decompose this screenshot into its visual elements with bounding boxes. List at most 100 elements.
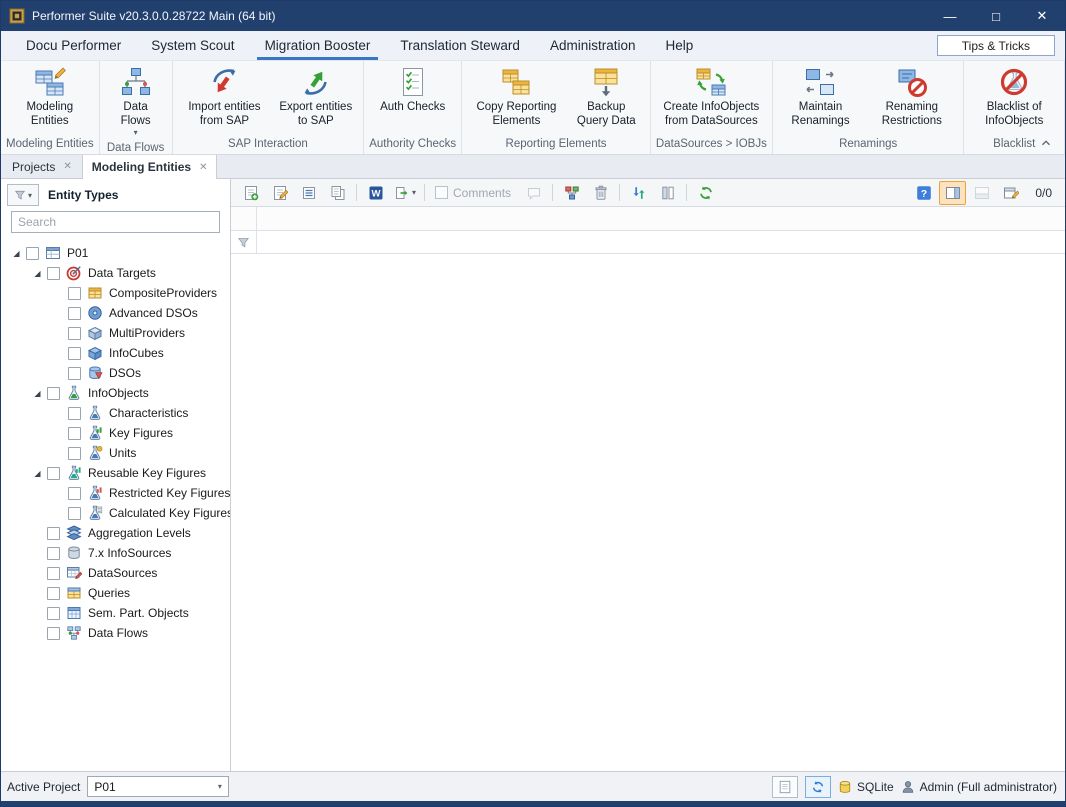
menu-tab-migration-booster[interactable]: Migration Booster xyxy=(250,31,386,60)
checkbox[interactable] xyxy=(47,587,60,600)
tree-item-multiproviders[interactable]: MultiProviders xyxy=(1,323,230,343)
tree-item-queries[interactable]: Queries xyxy=(1,583,230,603)
ribbon-button-backup-query-data[interactable]: Backup Query Data xyxy=(568,64,645,135)
tree-item-infocubes[interactable]: InfoCubes xyxy=(1,343,230,363)
refresh-button[interactable] xyxy=(692,181,719,205)
checkbox[interactable] xyxy=(47,467,60,480)
checkbox[interactable] xyxy=(47,567,60,580)
grid-header-cell xyxy=(257,207,1065,230)
checkbox[interactable] xyxy=(26,247,39,260)
maximize-button[interactable]: □ xyxy=(973,1,1019,31)
menu-tab-administration[interactable]: Administration xyxy=(535,31,651,60)
entity-details-button[interactable] xyxy=(295,181,322,205)
comments-button[interactable] xyxy=(520,181,547,205)
tree-item-data-flows[interactable]: Data Flows xyxy=(1,623,230,643)
caret-down-icon[interactable]: ▾ xyxy=(211,782,228,791)
tree-item-characteristics[interactable]: Characteristics xyxy=(1,403,230,423)
toggle-preview-panel-button[interactable] xyxy=(968,181,995,205)
grid-body[interactable] xyxy=(231,254,1065,771)
close-button[interactable]: ✕ xyxy=(1019,1,1065,31)
checkbox[interactable] xyxy=(47,267,60,280)
active-project-combobox[interactable]: P01 ▾ xyxy=(87,776,229,797)
checkbox[interactable] xyxy=(47,387,60,400)
checkbox[interactable] xyxy=(68,307,81,320)
checkbox[interactable] xyxy=(68,427,81,440)
edit-entity-button[interactable] xyxy=(266,181,293,205)
menu-tab-system-scout[interactable]: System Scout xyxy=(136,31,249,60)
menu-tab-help[interactable]: Help xyxy=(650,31,708,60)
grid-filter-cell[interactable] xyxy=(231,231,257,253)
entity-filter-dropdown[interactable]: ▾ xyxy=(7,184,39,206)
checkbox[interactable] xyxy=(68,347,81,360)
checkbox[interactable] xyxy=(68,367,81,380)
expander-icon[interactable]: ◢ xyxy=(28,469,47,478)
checkbox[interactable] xyxy=(68,287,81,300)
ribbon-button-renaming-restrictions[interactable]: Renaming Restrictions xyxy=(865,64,958,135)
comments-checkbox[interactable]: Comments xyxy=(435,186,511,200)
log-button[interactable] xyxy=(772,776,798,798)
checkbox[interactable] xyxy=(47,547,60,560)
ribbon-button-auth-checks[interactable]: Auth Checks xyxy=(376,64,449,135)
tree-item-data-targets[interactable]: ◢Data Targets xyxy=(1,263,230,283)
collapse-ribbon-button[interactable] xyxy=(1037,135,1055,151)
ribbon-button-maintain-renamings[interactable]: Maintain Renamings xyxy=(778,64,863,135)
ribbon-button-export-entities-to-sap[interactable]: Export entities to SAP xyxy=(273,64,358,135)
document-tab-modeling-entities[interactable]: Modeling Entities✕ xyxy=(82,154,218,179)
ribbon-button-data-flows[interactable]: Data Flows▾ xyxy=(105,64,167,139)
grid-filter-input-area[interactable] xyxy=(257,231,1065,253)
checkbox[interactable] xyxy=(47,627,60,640)
tree-item-reusable-key-figures[interactable]: ◢Reusable Key Figures xyxy=(1,463,230,483)
ribbon-button-blacklist-of-infoobjects[interactable]: Blacklist of InfoObjects xyxy=(969,64,1059,135)
checkbox[interactable] xyxy=(68,447,81,460)
word-export-button[interactable]: W xyxy=(362,181,389,205)
checkbox[interactable] xyxy=(435,186,448,199)
tree-item-key-figures[interactable]: Key Figures xyxy=(1,423,230,443)
ribbon-button-create-infoobjects-from-datasources[interactable]: Create InfoObjects from DataSources xyxy=(656,64,767,135)
checkbox[interactable] xyxy=(47,527,60,540)
checkbox[interactable] xyxy=(47,607,60,620)
tree-item-p01[interactable]: ◢P01 xyxy=(1,243,230,263)
tree-item-7-x-infosources[interactable]: 7.x InfoSources xyxy=(1,543,230,563)
toggle-details-panel-button[interactable] xyxy=(939,181,966,205)
tree-item-aggregation-levels[interactable]: Aggregation Levels xyxy=(1,523,230,543)
close-tab-icon[interactable]: ✕ xyxy=(63,161,71,172)
ribbon-button-modeling-entities[interactable]: Modeling Entities xyxy=(6,64,94,135)
ribbon-button-copy-reporting-elements[interactable]: Copy Reporting Elements xyxy=(467,64,565,135)
aggregation-levels-icon xyxy=(66,525,82,541)
checkbox[interactable] xyxy=(68,327,81,340)
new-entity-button[interactable] xyxy=(237,181,264,205)
checkbox[interactable] xyxy=(68,507,81,520)
copy-entity-button[interactable] xyxy=(324,181,351,205)
tips-tricks-button[interactable]: Tips & Tricks xyxy=(937,35,1055,56)
minimize-button[interactable]: — xyxy=(927,1,973,31)
expander-icon[interactable]: ◢ xyxy=(28,389,47,398)
expander-icon[interactable]: ◢ xyxy=(7,249,26,258)
tree-item-datasources[interactable]: DataSources xyxy=(1,563,230,583)
expander-icon[interactable]: ◢ xyxy=(28,269,47,278)
tree-item-advanced-dsos[interactable]: Advanced DSOs xyxy=(1,303,230,323)
layout-edit-button[interactable] xyxy=(997,181,1024,205)
help-button[interactable]: ? xyxy=(910,181,937,205)
checkbox[interactable] xyxy=(68,487,81,500)
close-tab-icon[interactable]: ✕ xyxy=(199,162,207,173)
sync-status-button[interactable] xyxy=(805,776,831,798)
menu-tab-docu-performer[interactable]: Docu Performer xyxy=(11,31,136,60)
tree-item-compositeproviders[interactable]: CompositeProviders xyxy=(1,283,230,303)
export-button[interactable]: ▾ xyxy=(391,181,419,205)
tree-item-calculated-key-figures[interactable]: Calculated Key Figures xyxy=(1,503,230,523)
tree-item-sem-part-objects[interactable]: Sem. Part. Objects xyxy=(1,603,230,623)
tree-item-infoobjects[interactable]: ◢InfoObjects xyxy=(1,383,230,403)
search-input[interactable] xyxy=(11,211,220,233)
infoobjects-button[interactable] xyxy=(558,181,585,205)
grid-filter-row[interactable] xyxy=(231,231,1065,254)
document-tab-projects[interactable]: Projects✕ xyxy=(2,154,82,178)
menu-tab-translation-steward[interactable]: Translation Steward xyxy=(385,31,535,60)
tree-item-dsos[interactable]: DSOs xyxy=(1,363,230,383)
transfer-button[interactable] xyxy=(625,181,652,205)
checkbox[interactable] xyxy=(68,407,81,420)
tree-item-units[interactable]: Units xyxy=(1,443,230,463)
delete-button[interactable] xyxy=(587,181,614,205)
tree-item-restricted-key-figures[interactable]: Restricted Key Figures xyxy=(1,483,230,503)
column-chooser-button[interactable] xyxy=(654,181,681,205)
ribbon-button-import-entities-from-sap[interactable]: Import entities from SAP xyxy=(178,64,272,135)
